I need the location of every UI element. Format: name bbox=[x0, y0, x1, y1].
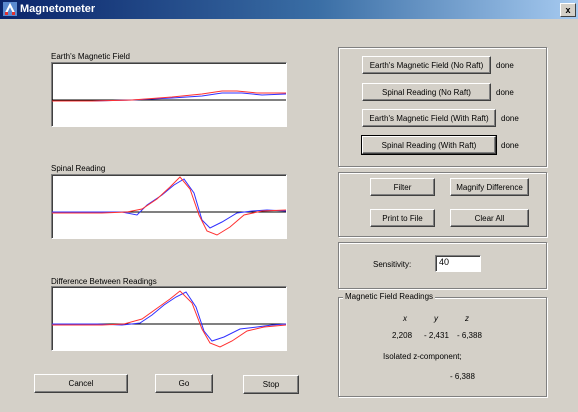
spinal-no-raft-status: done bbox=[496, 88, 514, 97]
spinal-reading-plot-label: Spinal Reading bbox=[51, 164, 106, 173]
window-title: Magnetometer bbox=[20, 3, 96, 15]
magnify-difference-button[interactable]: Magnify Difference bbox=[450, 178, 529, 196]
clear-all-button[interactable]: Clear All bbox=[450, 209, 529, 227]
earth-field-no-raft-status: done bbox=[496, 61, 514, 70]
earth-field-plot bbox=[51, 62, 287, 127]
spinal-reading-plot-svg bbox=[52, 176, 286, 236]
earth-field-plot-svg bbox=[52, 90, 286, 102]
cancel-button[interactable]: Cancel bbox=[34, 374, 128, 393]
spinal-red-series bbox=[52, 176, 286, 236]
earth-field-with-raft-button[interactable]: Earth's Magnetic Field (With Raft) bbox=[362, 109, 496, 127]
difference-red-series bbox=[52, 290, 286, 348]
magnetometer-window: Magnetometer x Earth's Magnetic Field Sp… bbox=[0, 0, 578, 412]
difference-plot-label: Difference Between Readings bbox=[51, 277, 157, 286]
spinal-no-raft-button[interactable]: Spinal Reading (No Raft) bbox=[362, 83, 491, 101]
close-button[interactable]: x bbox=[560, 3, 576, 17]
readings-group bbox=[338, 297, 547, 397]
stop-button[interactable]: Stop bbox=[243, 375, 299, 394]
difference-plot bbox=[51, 286, 287, 351]
print-to-file-button[interactable]: Print to File bbox=[370, 209, 435, 227]
title-bar[interactable]: Magnetometer x bbox=[0, 0, 578, 19]
filter-button[interactable]: Filter bbox=[370, 178, 435, 196]
sensitivity-input[interactable]: 40 bbox=[435, 255, 481, 272]
spinal-reading-plot bbox=[51, 174, 287, 239]
readings-group-title: Magnetic Field Readings bbox=[343, 292, 436, 301]
z-reading-value: - 6,388 bbox=[457, 331, 482, 340]
z-axis-label: z bbox=[465, 314, 469, 323]
isolated-z-value: - 6,388 bbox=[450, 372, 475, 381]
spinal-with-raft-button[interactable]: Spinal Reading (With Raft) bbox=[361, 135, 497, 155]
magnet-app-icon bbox=[3, 2, 17, 16]
earth-field-no-raft-button[interactable]: Earth's Magnetic Field (No Raft) bbox=[362, 56, 491, 74]
spinal-blue-series bbox=[52, 178, 286, 229]
earth-field-plot-label: Earth's Magnetic Field bbox=[51, 52, 130, 61]
y-reading-value: - 2,431 bbox=[424, 331, 449, 340]
spinal-with-raft-status: done bbox=[501, 141, 519, 150]
isolated-z-label: Isolated z-component; bbox=[383, 352, 462, 361]
difference-plot-svg bbox=[52, 290, 286, 348]
earth-field-with-raft-status: done bbox=[501, 114, 519, 123]
x-axis-label: x bbox=[403, 314, 407, 323]
sensitivity-label: Sensitivity: bbox=[373, 260, 412, 269]
go-button[interactable]: Go bbox=[155, 374, 213, 393]
x-reading-value: 2,208 bbox=[392, 331, 413, 340]
y-axis-label: y bbox=[434, 314, 438, 323]
